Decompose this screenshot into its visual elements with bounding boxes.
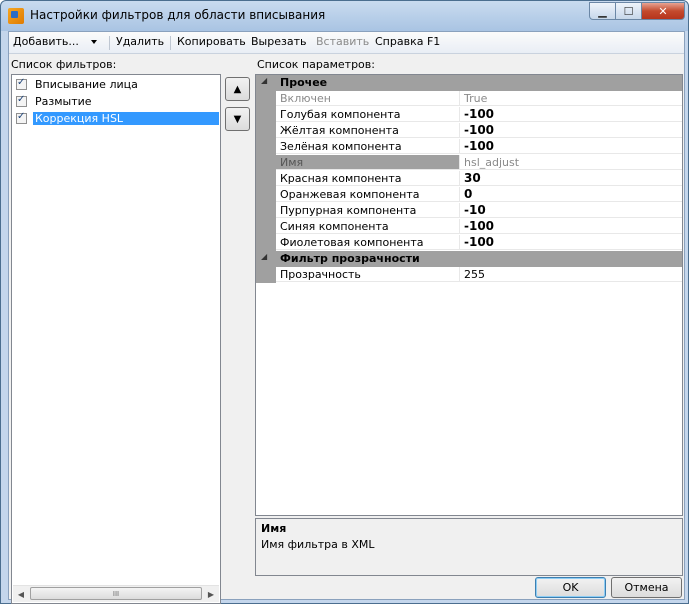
maximize-button[interactable]: ☐ [615, 2, 642, 20]
filter-checkbox[interactable] [16, 94, 27, 107]
row-gutter [256, 107, 276, 123]
scroll-thumb[interactable]: III [30, 587, 202, 600]
row-gutter [256, 155, 276, 171]
property-name: Фиолетовая компонента [276, 235, 460, 250]
property-row[interactable]: Красная компонента 30 [256, 171, 682, 187]
add-menu[interactable]: Добавить... [13, 35, 79, 48]
scroll-right-icon[interactable]: ▶ [203, 586, 219, 602]
property-name: Имя [276, 155, 460, 170]
property-value[interactable]: 0 [460, 187, 682, 202]
property-row[interactable]: Прозрачность 255 [256, 267, 682, 283]
delete-menu[interactable]: Удалить [116, 35, 164, 48]
category-row[interactable]: ◢ Фильтр прозрачности [256, 251, 682, 267]
list-item[interactable]: Коррекция HSL [13, 111, 219, 127]
list-item[interactable]: Вписывание лица [13, 77, 219, 93]
app-icon [8, 8, 24, 24]
row-gutter [256, 219, 276, 235]
scroll-left-icon[interactable]: ◀ [13, 586, 29, 602]
filter-label: Размытие [35, 95, 92, 108]
minimize-icon: ▁ [598, 4, 607, 18]
arrow-down-icon: ▼ [233, 113, 242, 125]
list-item[interactable]: Размытие [13, 94, 219, 110]
property-row[interactable]: Жёлтая компонента -100 [256, 123, 682, 139]
category-label: Фильтр прозрачности [280, 252, 420, 265]
row-gutter [256, 91, 276, 107]
property-name: Прозрачность [276, 267, 460, 282]
row-gutter [256, 203, 276, 219]
help-panel: Имя Имя фильтра в XML [255, 518, 683, 576]
help-menu[interactable]: Справка F1 [375, 35, 440, 48]
collapse-icon[interactable]: ◢ [261, 252, 267, 261]
toolbar: Добавить... Удалить Копировать Вырезать … [9, 32, 684, 54]
cut-menu[interactable]: Вырезать [251, 35, 306, 48]
property-value[interactable]: True [460, 91, 682, 106]
property-value[interactable]: -100 [460, 107, 682, 122]
property-grid[interactable]: ◢ Прочее Включен True Голубая компонента… [255, 74, 683, 516]
property-value[interactable]: -100 [460, 139, 682, 154]
property-name: Красная компонента [276, 171, 460, 186]
category-row[interactable]: ◢ Прочее [256, 75, 682, 91]
help-title: Имя [261, 522, 287, 535]
property-row[interactable]: Фиолетовая компонента -100 [256, 235, 682, 251]
property-row[interactable]: Пурпурная компонента -10 [256, 203, 682, 219]
horizontal-scrollbar[interactable]: ◀ III ▶ [13, 585, 219, 602]
property-value[interactable]: hsl_adjust [460, 155, 682, 170]
filter-checkbox[interactable] [16, 77, 27, 90]
minimize-button[interactable]: ▁ [589, 2, 616, 20]
move-down-button[interactable]: ▼ [225, 107, 250, 131]
copy-menu[interactable]: Копировать [177, 35, 246, 48]
menu-separator [170, 36, 171, 50]
property-value[interactable]: 30 [460, 171, 682, 186]
row-gutter [256, 139, 276, 155]
filter-checkbox[interactable] [16, 111, 27, 124]
cancel-button[interactable]: Отмена [611, 577, 682, 598]
dialog-client: Добавить... Удалить Копировать Вырезать … [8, 31, 685, 604]
close-button[interactable]: ✕ [641, 2, 685, 20]
property-name: Пурпурная компонента [276, 203, 460, 218]
row-gutter [256, 171, 276, 187]
property-name: Включен [276, 91, 460, 106]
property-row[interactable]: Включен True [256, 91, 682, 107]
property-value[interactable]: -100 [460, 219, 682, 234]
property-row[interactable]: Зелёная компонента -100 [256, 139, 682, 155]
property-name: Жёлтая компонента [276, 123, 460, 138]
property-row[interactable]: Синяя компонента -100 [256, 219, 682, 235]
arrow-up-icon: ▲ [233, 83, 242, 95]
property-value[interactable]: 255 [460, 267, 682, 282]
filter-label: Вписывание лица [35, 78, 138, 91]
property-value[interactable]: -10 [460, 203, 682, 218]
window-title: Настройки фильтров для области вписывани… [30, 8, 326, 22]
dialog-window: Настройки фильтров для области вписывани… [0, 0, 689, 604]
ok-button[interactable]: OK [535, 577, 606, 598]
maximize-icon: ☐ [623, 4, 634, 18]
property-row[interactable]: Оранжевая компонента 0 [256, 187, 682, 203]
filter-label: Коррекция HSL [33, 112, 219, 125]
property-value[interactable]: -100 [460, 123, 682, 138]
property-name: Зелёная компонента [276, 139, 460, 154]
filter-list[interactable]: Вписывание лица Размытие Коррекция HSL ◀… [11, 74, 221, 604]
param-list-label: Список параметров: [257, 58, 375, 71]
close-icon: ✕ [658, 4, 668, 18]
row-gutter [256, 235, 276, 251]
property-value[interactable]: -100 [460, 235, 682, 250]
title-bar[interactable]: Настройки фильтров для области вписывани… [1, 1, 688, 31]
category-label: Прочее [280, 76, 328, 89]
property-name: Голубая компонента [276, 107, 460, 122]
paste-menu[interactable]: Вставить [316, 35, 369, 48]
row-gutter [256, 187, 276, 203]
row-gutter [256, 123, 276, 139]
menu-separator [109, 36, 110, 50]
row-gutter [256, 267, 276, 283]
property-row[interactable]: Имя hsl_adjust [256, 155, 682, 171]
property-name: Синяя компонента [276, 219, 460, 234]
chevron-down-icon[interactable] [91, 40, 97, 44]
help-description: Имя фильтра в XML [261, 538, 375, 551]
filter-list-label: Список фильтров: [11, 58, 117, 71]
property-row[interactable]: Голубая компонента -100 [256, 107, 682, 123]
collapse-icon[interactable]: ◢ [261, 76, 267, 85]
move-up-button[interactable]: ▲ [225, 77, 250, 101]
property-name: Оранжевая компонента [276, 187, 460, 202]
